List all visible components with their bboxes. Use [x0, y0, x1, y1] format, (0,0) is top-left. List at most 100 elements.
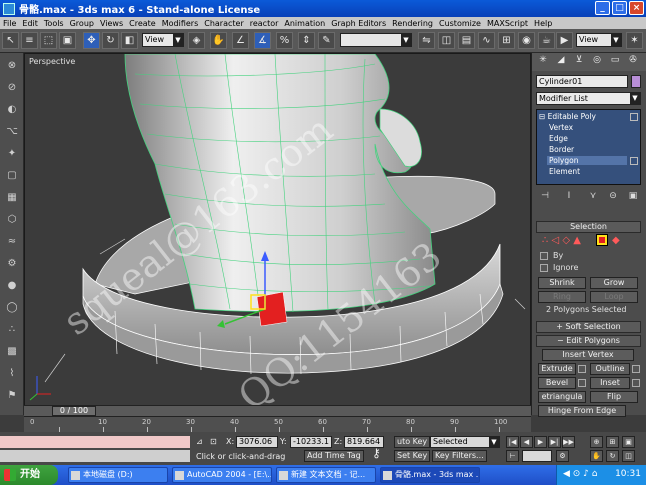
current-frame-field[interactable] — [522, 450, 552, 462]
stack-item-polygon[interactable]: Polygon — [547, 156, 627, 165]
stack-item-border[interactable]: Border — [549, 145, 574, 154]
zoom-icon[interactable]: ⊕ — [590, 436, 603, 448]
bevel-button[interactable]: Bevel — [538, 377, 576, 389]
quick-render-icon[interactable]: ▶ — [556, 32, 573, 49]
align-icon[interactable]: ◫ — [438, 32, 455, 49]
show-end-result-icon[interactable]: Ⅰ — [562, 191, 576, 203]
light-icon[interactable]: ✦ — [4, 147, 20, 161]
set-key-button[interactable]: Set Key — [394, 450, 431, 462]
key-selection-dropdown[interactable]: Selected ▼ — [430, 436, 500, 448]
track-bar[interactable]: 0 10 20 30 40 50 60 70 80 90 100 — [24, 416, 531, 432]
render-last-icon[interactable]: ✶ — [626, 32, 643, 49]
maxscript-listener-line[interactable] — [0, 436, 190, 448]
time-config-icon[interactable]: ⚙ — [556, 450, 569, 462]
reference-coord-dropdown[interactable]: View ▼ — [142, 33, 184, 47]
systems-icon[interactable]: ⚙ — [4, 257, 20, 271]
stack-item-element[interactable]: Element — [549, 167, 580, 176]
menu-views[interactable]: Views — [97, 19, 126, 28]
dynamics-icon[interactable]: ⚑ — [4, 389, 20, 403]
snap-toggle-icon[interactable]: ∠ — [232, 32, 249, 49]
go-to-start-icon[interactable]: |◀ — [506, 436, 519, 448]
menu-rendering[interactable]: Rendering — [389, 19, 436, 28]
named-selection-dropdown[interactable]: ▼ — [340, 33, 412, 47]
time-slider-thumb[interactable]: 0 / 100 — [52, 406, 96, 416]
stack-item-editable-poly[interactable]: ⊟ Editable Poly — [539, 112, 638, 121]
shapes-icon[interactable]: ◯ — [4, 301, 20, 315]
extrude-settings-icon[interactable] — [578, 365, 586, 373]
mirror-icon[interactable]: ⇋ — [418, 32, 435, 49]
task-3dsmax[interactable]: 骨骼.max - 3ds max ... — [380, 467, 480, 483]
helper-icon[interactable]: ⬡ — [4, 213, 20, 227]
clock[interactable]: 10:31 — [615, 469, 641, 479]
hinge-from-edge-button[interactable]: Hinge From Edge — [538, 405, 626, 417]
menu-help[interactable]: Help — [531, 19, 555, 28]
patch-icon[interactable]: ▩ — [4, 345, 20, 359]
create-tab-icon[interactable]: ✳ — [536, 55, 550, 68]
edit-named-sets-icon[interactable]: ✎ — [318, 32, 335, 49]
retriangulate-button[interactable]: etriangula — [538, 391, 586, 403]
modify-tab-icon[interactable]: ◢ — [554, 55, 568, 68]
menu-create[interactable]: Create — [126, 19, 159, 28]
motion-tab-icon[interactable]: ◎ — [590, 55, 604, 68]
flip-button[interactable]: Flip — [590, 391, 638, 403]
rotate-icon[interactable]: ↻ — [102, 32, 119, 49]
maximize-viewport-icon[interactable]: ◫ — [622, 450, 635, 462]
menu-graph-editors[interactable]: Graph Editors — [328, 19, 389, 28]
soft-selection-rollout-header[interactable]: + Soft Selection — [536, 321, 641, 333]
viewport-label[interactable]: Perspective — [29, 57, 75, 66]
start-button[interactable]: 开始 — [0, 465, 58, 485]
subobject-level-icons[interactable]: ∴ ◁ ◇ ▲ — [542, 235, 581, 246]
camera-icon[interactable]: ▢ — [4, 169, 20, 183]
particles-icon[interactable]: ∴ — [4, 323, 20, 337]
scale-icon[interactable]: ◧ — [121, 32, 138, 49]
ring-button[interactable]: Ring — [538, 291, 586, 303]
curve-editor-icon[interactable]: ∿ — [478, 32, 495, 49]
by-vertex-checkbox[interactable] — [540, 252, 548, 260]
minimize-button[interactable]: _ — [595, 1, 610, 15]
pin-stack-icon[interactable]: ⊣ — [538, 191, 552, 203]
select-object-icon[interactable]: ↖ — [2, 32, 19, 49]
bind-spacewarp-icon[interactable]: ◐ — [4, 103, 20, 117]
element-mode-icon[interactable]: ◆ — [612, 235, 620, 246]
layer-manager-icon[interactable]: ▤ — [458, 32, 475, 49]
menu-reactor[interactable]: reactor — [247, 19, 282, 28]
loop-button[interactable]: Loop — [590, 291, 638, 303]
configure-sets-icon[interactable]: ▣ — [626, 191, 640, 203]
stack-item-vertex[interactable]: Vertex — [549, 123, 573, 132]
tray-icons[interactable]: ◀ ⊙ ♪ ⌂ — [563, 469, 598, 479]
grow-button[interactable]: Grow — [590, 277, 638, 289]
menu-modifiers[interactable]: Modifiers — [159, 19, 202, 28]
menu-animation[interactable]: Animation — [281, 19, 328, 28]
menu-tools[interactable]: Tools — [41, 19, 67, 28]
modifier-list-dropdown[interactable]: Modifier List ▼ — [536, 92, 641, 105]
region-select-icon[interactable]: ⬚ — [40, 32, 57, 49]
nurbs-icon[interactable]: ⌇ — [4, 367, 20, 381]
absolute-mode-icon[interactable]: ⊡ — [210, 437, 217, 446]
go-to-end-icon[interactable]: ▶▶ — [562, 436, 575, 448]
close-button[interactable]: × — [629, 1, 644, 15]
link-icon[interactable]: ⊗ — [4, 59, 20, 73]
perspective-viewport[interactable]: Perspective squeal@163.com QQ:1154163 — [24, 53, 531, 415]
ignore-backfacing-checkbox[interactable] — [540, 264, 548, 272]
stack-polygon-toggle-icon[interactable] — [630, 157, 638, 165]
select-by-name-icon[interactable]: ≡ — [21, 32, 38, 49]
shrink-button[interactable]: Shrink — [538, 277, 586, 289]
hierarchy-tab-icon[interactable]: ⊻ — [572, 55, 586, 68]
pan-icon[interactable]: ✋ — [590, 450, 603, 462]
polygon-mode-icon[interactable] — [596, 234, 608, 246]
x-coordinate-field[interactable]: 3076.06 — [236, 436, 278, 448]
key-filters-button[interactable]: Key Filters... — [432, 450, 487, 462]
render-type-dropdown[interactable]: View ▼ — [576, 33, 622, 47]
move-icon[interactable]: ✥ — [83, 32, 100, 49]
menu-character[interactable]: Character — [201, 19, 247, 28]
arc-rotate-icon[interactable]: ↻ — [606, 450, 619, 462]
maxscript-output-line[interactable] — [0, 450, 190, 462]
time-slider[interactable]: 0 / 100 — [24, 405, 531, 416]
add-time-tag-button[interactable]: Add Time Tag — [304, 450, 364, 462]
maximize-button[interactable]: □ — [612, 1, 627, 15]
inset-settings-icon[interactable] — [632, 379, 640, 387]
play-icon[interactable]: ▶ — [534, 436, 547, 448]
task-autocad[interactable]: AutoCAD 2004 - [E:\... — [172, 467, 272, 483]
angle-snap-icon[interactable]: ∡ — [254, 32, 271, 49]
pivot-center-icon[interactable]: ◈ — [188, 32, 205, 49]
